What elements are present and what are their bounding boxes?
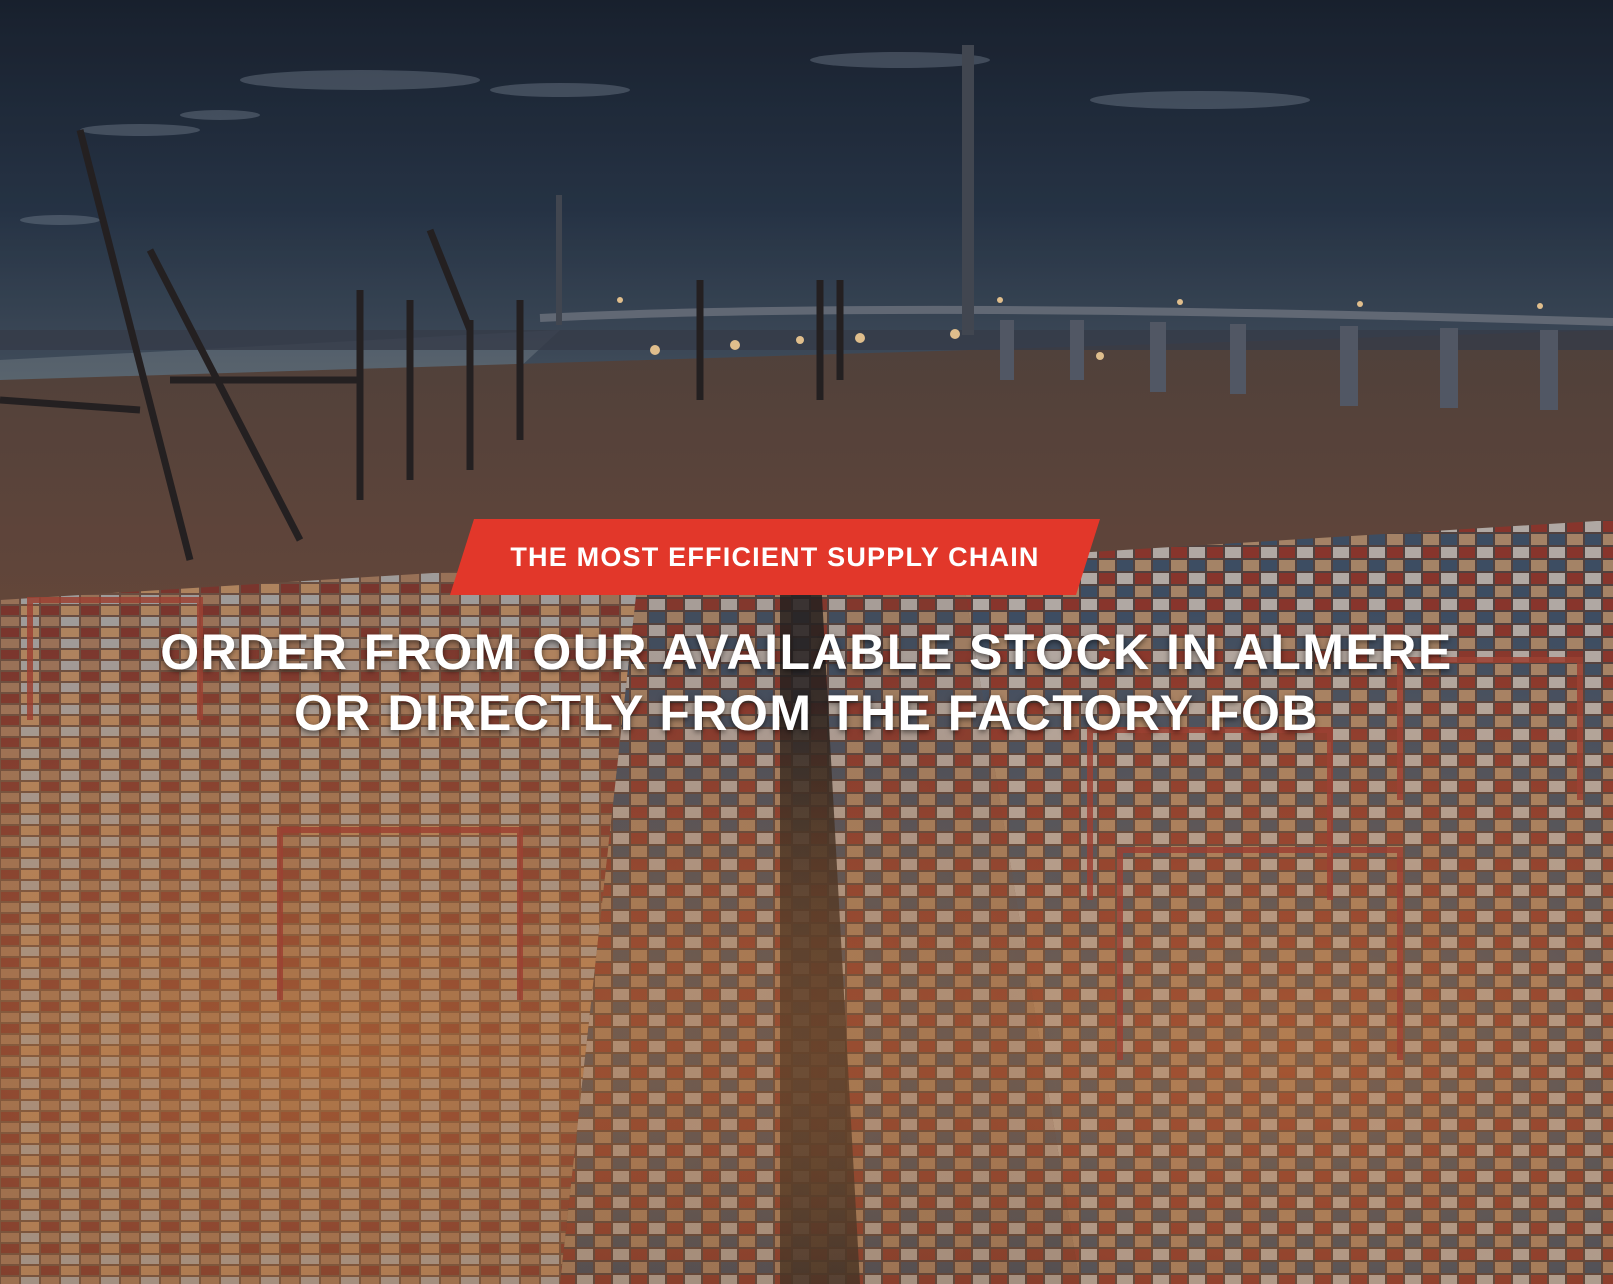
hero-banner: THE MOST EFFICIENT SUPPLY CHAIN ORDER FR…: [0, 0, 1613, 1284]
tagline-banner: THE MOST EFFICIENT SUPPLY CHAIN: [450, 519, 1100, 595]
headline-line-1: ORDER FROM OUR AVAILABLE STOCK IN ALMERE: [160, 624, 1453, 680]
headline-line-2: OR DIRECTLY FROM THE FACTORY FOB: [294, 685, 1319, 741]
tagline-text: THE MOST EFFICIENT SUPPLY CHAIN: [510, 542, 1040, 572]
headline: ORDER FROM OUR AVAILABLE STOCK IN ALMERE…: [60, 622, 1553, 744]
